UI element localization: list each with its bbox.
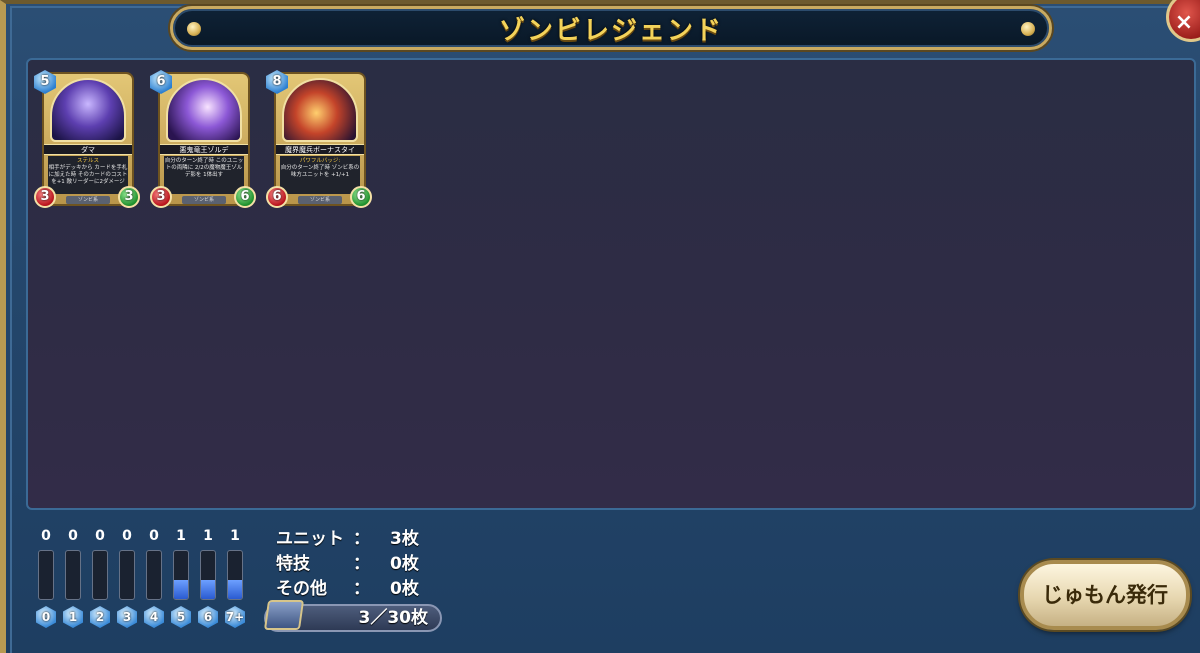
curve-count: 0 xyxy=(68,528,78,544)
spell-issue-button[interactable]: じゅもん発行 xyxy=(1020,560,1190,630)
curve-bar xyxy=(92,550,108,600)
card-art xyxy=(282,78,358,142)
page-title: ゾンビレジェンド xyxy=(498,15,723,46)
stat-colon: ： xyxy=(353,554,370,574)
curve-cost-label: 3 xyxy=(117,606,137,628)
mana-curve: 0 0 0 1 0 2 0 3 0 4 1 5 1 6 1 7+ xyxy=(36,528,256,632)
stat-colon: ： xyxy=(353,529,370,549)
curve-cost-label: 4 xyxy=(144,606,164,628)
curve-cost-label: 2 xyxy=(90,606,110,628)
card-tribe: ゾンビ系 xyxy=(66,196,110,204)
curve-count: 0 xyxy=(149,528,159,544)
card-keyword: パワフルバッジ: xyxy=(299,158,341,164)
curve-bar xyxy=(146,550,162,600)
deck-card[interactable]: 魔界魔兵ボーナスタイ パワフルバッジ: 自分のターン終了時 ゾンビ系の 味方ユニ… xyxy=(266,70,372,208)
deck-card[interactable]: 悪鬼竜王ゾルデ 自分のターン終了時 このユニットの両隣に 2/2の魔物魔王ゾルデ… xyxy=(150,70,256,208)
card-keyword: ステルス xyxy=(76,158,99,164)
gem-icon xyxy=(1021,22,1035,36)
curve-count: 0 xyxy=(122,528,132,544)
curve-count: 1 xyxy=(203,528,213,544)
gem-icon xyxy=(187,22,201,36)
card-name: 魔界魔兵ボーナスタイ xyxy=(276,144,364,155)
curve-bar xyxy=(173,550,189,600)
curve-cost-label: 5 xyxy=(171,606,191,628)
title-banner: ゾンビレジェンド xyxy=(170,6,1052,50)
stat-value: 3枚 xyxy=(390,529,419,549)
curve-cost-label: 7+ xyxy=(225,606,245,628)
curve-bar-fill xyxy=(201,579,215,599)
card-frame: 悪鬼竜王ゾルデ 自分のターン終了時 このユニットの両隣に 2/2の魔物魔王ゾルデ… xyxy=(158,72,250,206)
card-attack: 6 xyxy=(266,186,288,208)
curve-bar xyxy=(38,550,54,600)
deck-card-area: ダマ ステルス 相手がデッキから カードを手札に加えた時 そのカードのコストを+… xyxy=(26,58,1196,510)
card-text-box: ステルス 相手がデッキから カードを手札に加えた時 そのカードのコストを+1 敵… xyxy=(48,156,128,194)
card-attack: 3 xyxy=(34,186,56,208)
card-art xyxy=(166,78,242,142)
stat-label: その他 xyxy=(276,579,327,599)
curve-cost-label: 1 xyxy=(63,606,83,628)
curve-count: 1 xyxy=(176,528,186,544)
card-hp: 6 xyxy=(350,186,372,208)
stat-other: その他 ： 0枚 xyxy=(276,574,446,599)
curve-bar-fill xyxy=(228,579,242,599)
curve-bar xyxy=(200,550,216,600)
card-text-box: 自分のターン終了時 このユニットの両隣に 2/2の魔物魔王ゾルデ影を 1体出す xyxy=(164,156,244,194)
stat-label: 特技 xyxy=(276,554,310,574)
stat-value: 0枚 xyxy=(390,554,419,574)
card-hp: 3 xyxy=(118,186,140,208)
stat-label: ユニット xyxy=(276,529,344,549)
stat-units: ユニット ： 3枚 xyxy=(276,524,446,549)
curve-bar xyxy=(65,550,81,600)
card-name: 悪鬼竜王ゾルデ xyxy=(160,144,248,155)
card-name: ダマ xyxy=(44,144,132,155)
stat-value: 0枚 xyxy=(390,579,419,599)
card-art xyxy=(50,78,126,142)
curve-count: 0 xyxy=(95,528,105,544)
card-frame: 魔界魔兵ボーナスタイ パワフルバッジ: 自分のターン終了時 ゾンビ系の 味方ユニ… xyxy=(274,72,366,206)
curve-bar xyxy=(227,550,243,600)
card-text-box: パワフルバッジ: 自分のターン終了時 ゾンビ系の 味方ユニットを +1/+1 xyxy=(280,156,360,194)
card-tribe: ゾンビ系 xyxy=(182,196,226,204)
curve-count: 1 xyxy=(230,528,240,544)
card-text: 相手がデッキから カードを手札に加えた時 そのカードのコストを+1 敵リーダーに… xyxy=(48,165,128,185)
curve-cost-label: 0 xyxy=(36,606,56,628)
card-text: 自分のターン終了時 ゾンビ系の 味方ユニットを +1/+1 xyxy=(280,165,360,178)
curve-bar-fill xyxy=(174,579,188,599)
curve-cost-label: 6 xyxy=(198,606,218,628)
card-frame: ダマ ステルス 相手がデッキから カードを手札に加えた時 そのカードのコストを+… xyxy=(42,72,134,206)
deck-book-icon xyxy=(263,600,305,630)
curve-count: 0 xyxy=(41,528,51,544)
card-hp: 6 xyxy=(234,186,256,208)
curve-bar xyxy=(119,550,135,600)
card-text: 自分のターン終了時 このユニットの両隣に 2/2の魔物魔王ゾルデ影を 1体出す xyxy=(164,158,244,178)
card-tribe: ゾンビ系 xyxy=(298,196,342,204)
deck-stats: ユニット ： 3枚 特技 ： 0枚 その他 ： 0枚 xyxy=(276,524,446,599)
stat-colon: ： xyxy=(353,579,370,599)
deck-card[interactable]: ダマ ステルス 相手がデッキから カードを手札に加えた時 そのカードのコストを+… xyxy=(34,70,140,208)
stat-skills: 特技 ： 0枚 xyxy=(276,549,446,574)
card-attack: 3 xyxy=(150,186,172,208)
